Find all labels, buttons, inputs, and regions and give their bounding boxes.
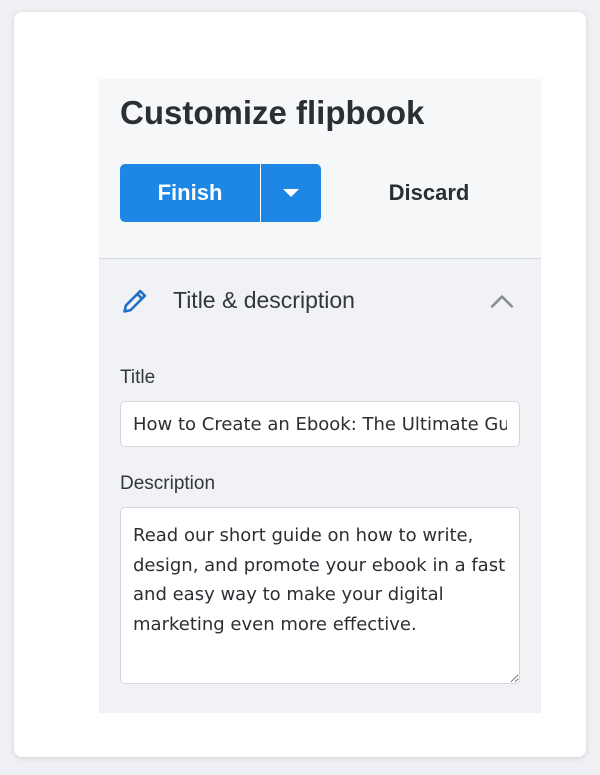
modal-card: Customize flipbook Finish Discard Title … [14, 12, 586, 757]
title-input[interactable] [120, 401, 520, 447]
finish-options-dropdown-button[interactable] [261, 164, 321, 222]
description-field-label: Description [120, 473, 216, 494]
description-textarea[interactable]: Read our short guide on how to write, de… [120, 507, 520, 684]
customize-panel: Customize flipbook Finish Discard Title … [99, 79, 541, 713]
pencil-icon [123, 289, 147, 313]
title-field-label: Title [120, 367, 156, 388]
title-description-section-header[interactable]: Title & description [99, 259, 541, 343]
section-title: Title & description [173, 287, 355, 313]
panel-header: Customize flipbook Finish Discard [99, 79, 541, 259]
chevron-up-icon[interactable] [489, 289, 515, 315]
finish-split-button: Finish [120, 164, 321, 222]
discard-button[interactable]: Discard [369, 164, 489, 222]
page-title: Customize flipbook [120, 94, 425, 131]
caret-down-icon [283, 189, 299, 197]
finish-button[interactable]: Finish [120, 164, 260, 222]
